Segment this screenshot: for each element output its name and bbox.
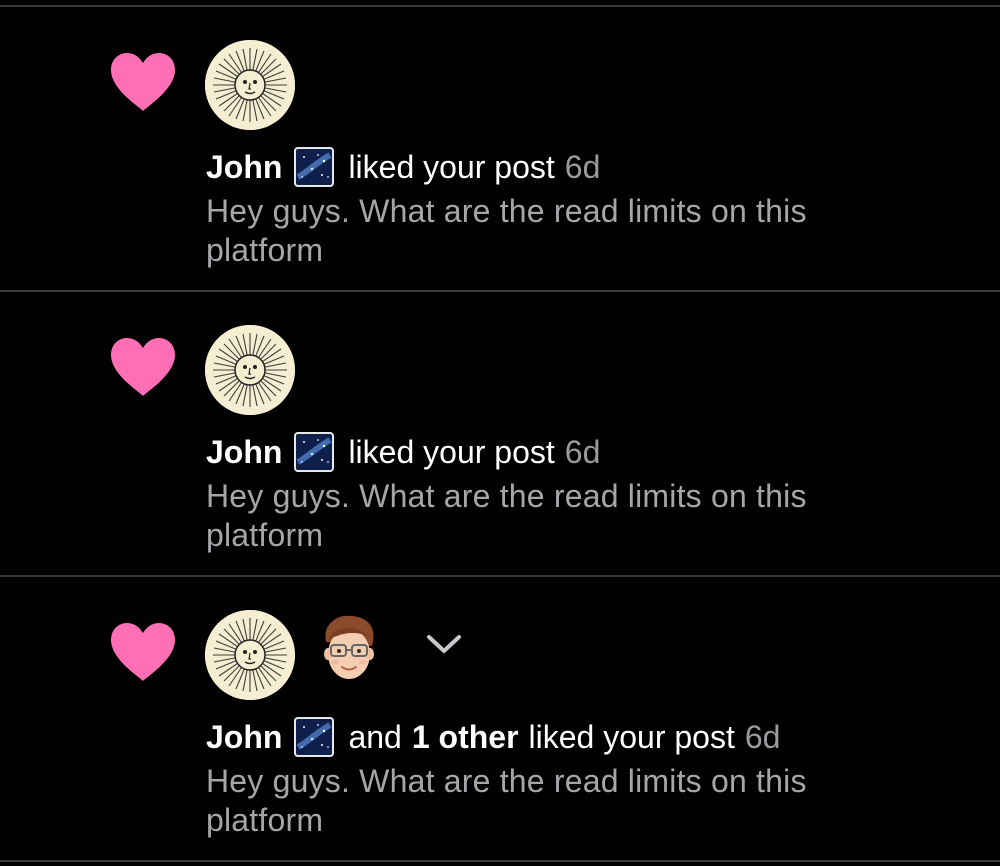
memoji-avatar[interactable]: [316, 612, 382, 684]
sun-face-avatar[interactable]: [205, 610, 295, 700]
sun-face-avatar[interactable]: [205, 40, 295, 130]
chevron-down-icon[interactable]: [424, 630, 464, 658]
starry-night-badge-icon: [294, 147, 334, 187]
connector-text: and: [348, 719, 402, 755]
notification-headline: John liked your post 6d: [206, 430, 600, 474]
timestamp: 6d: [744, 719, 781, 755]
user-name[interactable]: John: [206, 145, 282, 189]
notification-headline: John liked your post 6d: [206, 145, 600, 189]
heart-icon: [108, 336, 178, 398]
action-text: liked your post: [348, 149, 555, 185]
post-snippet[interactable]: Hey guys. What are the read limits on th…: [206, 192, 906, 270]
action-text: liked your post: [528, 719, 735, 755]
divider: [0, 860, 1000, 862]
heart-icon: [108, 51, 178, 113]
notification-item[interactable]: John liked your post 6d Hey guys. What a…: [0, 292, 1000, 575]
starry-night-badge-icon: [294, 432, 334, 472]
user-name[interactable]: John: [206, 715, 282, 759]
notification-headline: John and 1 other liked your post 6d: [206, 715, 780, 759]
notification-item[interactable]: John and 1 other liked your post 6d Hey …: [0, 577, 1000, 860]
activity-feed: John liked your post 6d Hey guys. What a…: [0, 0, 1000, 866]
others-count[interactable]: 1 other: [412, 715, 519, 759]
timestamp: 6d: [564, 149, 601, 185]
post-snippet[interactable]: Hey guys. What are the read limits on th…: [206, 477, 906, 555]
post-snippet[interactable]: Hey guys. What are the read limits on th…: [206, 762, 906, 840]
action-text: liked your post: [348, 434, 555, 470]
sun-face-avatar[interactable]: [205, 325, 295, 415]
heart-icon: [108, 621, 178, 683]
user-name[interactable]: John: [206, 430, 282, 474]
notification-item[interactable]: John liked your post 6d Hey guys. What a…: [0, 7, 1000, 290]
timestamp: 6d: [564, 434, 601, 470]
starry-night-badge-icon: [294, 717, 334, 757]
